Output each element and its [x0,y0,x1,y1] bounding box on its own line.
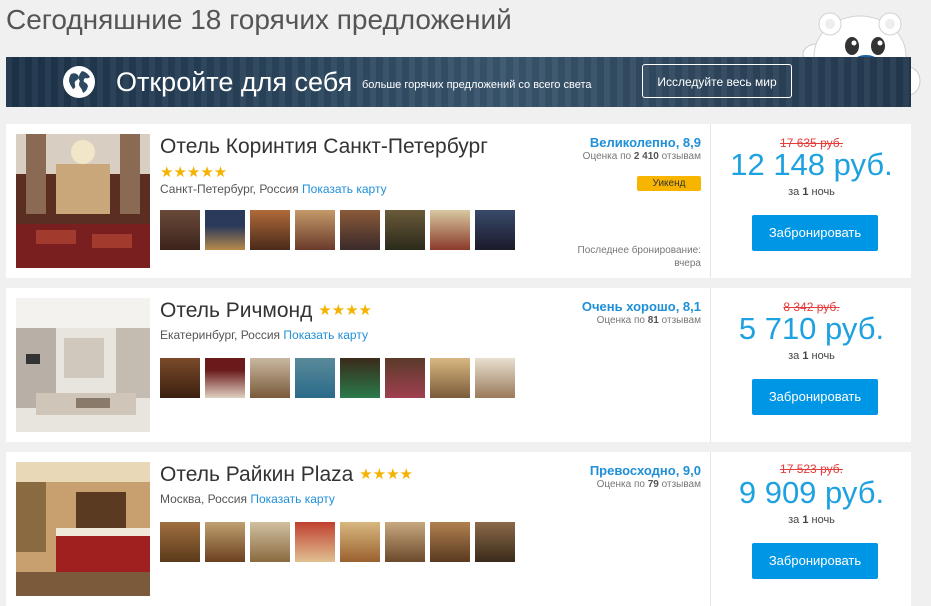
star-rating: ★★★★ [359,466,413,483]
banner-title: Откройте для себя [116,67,353,97]
hotel-rating: Великолепно, 8,9 Оценка по 2 410 отзывам [583,134,701,162]
banner-subtitle: больше горячих предложений со всего свет… [362,79,592,91]
photo-thumbnail[interactable] [295,210,335,250]
photo-thumbnail[interactable] [475,210,515,250]
star-rating: ★★★★ [318,302,373,319]
page-title: Сегодняшние 18 горячих предложений [6,4,512,35]
hotel-location: Екатеринбург, Россия [160,328,281,342]
star-rating: ★★★★★ [160,164,228,181]
photo-thumbnail[interactable] [340,210,380,250]
old-price: 17 523 руб. [780,462,843,476]
book-button[interactable]: Забронировать [752,215,878,251]
rating-label: Превосходно, 9,0 [589,463,701,478]
hotel-location: Санкт-Петербург, Россия [160,182,299,196]
explore-banner[interactable]: Откройте для себя больше горячих предлож… [6,57,911,107]
photo-thumbnail[interactable] [385,522,425,562]
price-column: 8 342 руб. 5 710 руб. за 1 ночь Забронир… [710,288,912,442]
hotel-rating: Очень хорошо, 8,1 Оценка по 81 отзывам [582,298,701,326]
photo-thumbnail[interactable] [160,210,200,250]
hotel-card[interactable]: Отель Райкин Plaza ★★★★ Москва, Россия П… [6,452,911,606]
photo-thumbnails [160,522,515,562]
photo-thumbnail[interactable] [430,210,470,250]
review-count: Оценка по 79 отзывам [596,479,701,490]
hotel-name-wrap: Отель Ричмонд ★★★★ [160,298,372,324]
current-price: 9 909 руб. [738,475,885,510]
photo-thumbnail[interactable] [295,358,335,398]
photo-thumbnail[interactable] [475,358,515,398]
hotel-location: Москва, Россия [160,492,247,506]
hotel-main-photo[interactable] [16,462,150,596]
hotel-main-photo[interactable] [16,298,150,432]
price-column: 17 523 руб. 9 909 руб. за 1 ночь Заброни… [710,452,912,606]
photo-thumbnails [160,358,515,398]
photo-thumbnail[interactable] [295,522,335,562]
hotel-card[interactable]: Отель Коринтия Санкт-Петербург ★★★★★ Сан… [6,124,911,278]
explore-world-button[interactable]: Исследуйте весь мир [642,64,792,98]
book-button[interactable]: Забронировать [752,543,878,579]
hotel-card[interactable]: Отель Ричмонд ★★★★ Екатеринбург, Россия … [6,288,911,442]
hotel-location-row: Екатеринбург, Россия Показать карту [160,328,368,342]
rating-label: Очень хорошо, 8,1 [581,299,701,314]
review-count: Оценка по 2 410 отзывам [582,151,701,162]
hotel-main-photo[interactable] [16,134,150,268]
hotel-name-wrap: Отель Райкин Plaza ★★★★ [160,462,413,488]
globe-icon [63,66,95,98]
hotel-name[interactable]: Отель Райкин Plaza [160,463,353,486]
review-count: Оценка по 81 отзывам [596,315,701,326]
weekend-badge: Уикенд [637,176,701,191]
photo-thumbnail[interactable] [205,210,245,250]
photo-thumbnail[interactable] [430,522,470,562]
photo-thumbnails [160,210,515,250]
photo-thumbnail[interactable] [250,210,290,250]
show-map-link[interactable]: Показать карту [283,328,368,342]
hotel-name[interactable]: Отель Коринтия Санкт-Петербург [160,135,488,158]
last-booking: Последнее бронирование: вчера [577,245,701,269]
rating-label: Великолепно, 8,9 [589,135,701,150]
book-button[interactable]: Забронировать [752,379,878,415]
hotel-rating: Превосходно, 9,0 Оценка по 79 отзывам [590,462,701,490]
hotel-name[interactable]: Отель Ричмонд [160,299,312,322]
photo-thumbnail[interactable] [340,522,380,562]
photo-thumbnail[interactable] [385,358,425,398]
photo-thumbnail[interactable] [205,522,245,562]
hotel-location-row: Санкт-Петербург, Россия Показать карту [160,182,387,196]
photo-thumbnail[interactable] [250,358,290,398]
current-price: 5 710 руб. [738,311,885,346]
photo-thumbnail[interactable] [475,522,515,562]
current-price: 12 148 руб. [730,147,893,182]
photo-thumbnail[interactable] [430,358,470,398]
photo-thumbnail[interactable] [340,358,380,398]
photo-thumbnail[interactable] [385,210,425,250]
photo-thumbnail[interactable] [250,522,290,562]
photo-thumbnail[interactable] [160,522,200,562]
photo-thumbnail[interactable] [160,358,200,398]
photo-thumbnail[interactable] [205,358,245,398]
nights-info: за 1 ночь [788,514,835,526]
price-column: 17 635 руб. 12 148 руб. за 1 ночь Заброн… [710,124,912,278]
hotel-location-row: Москва, Россия Показать карту [160,492,335,506]
hotel-name-wrap: Отель Коринтия Санкт-Петербург ★★★★★ [160,134,488,186]
show-map-link[interactable]: Показать карту [250,492,335,506]
nights-info: за 1 ночь [788,350,835,362]
show-map-link[interactable]: Показать карту [302,182,387,196]
nights-info: за 1 ночь [788,186,835,198]
